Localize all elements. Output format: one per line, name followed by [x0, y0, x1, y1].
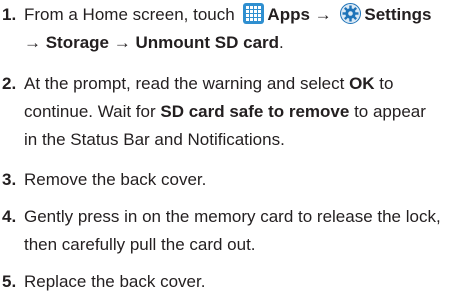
step-text: Remove the back cover. — [24, 170, 207, 189]
step-1: 1. From a Home screen, touch Apps → Sett… — [0, 0, 471, 60]
step-text: Gently press in on the memory card to re… — [24, 207, 441, 226]
step-text-line2: continue. Wait for SD card safe to remov… — [24, 97, 471, 127]
step-text-pre: From a Home screen, touch — [24, 5, 240, 24]
step-text-line2: then carefully pull the card out. — [24, 235, 256, 254]
step-number: 1. — [2, 5, 17, 24]
step-text: At the prompt, read the warning and sele… — [24, 69, 471, 99]
step-5: 5. Replace the back cover. — [0, 267, 471, 297]
step-text-post: to appear — [349, 102, 426, 121]
safe-to-remove-label: SD card safe to remove — [160, 102, 350, 121]
step-text-end: . — [279, 33, 284, 52]
step-4: 4. Gently press in on the memory card to… — [0, 202, 471, 262]
step-2: 2. At the prompt, read the warning and s… — [0, 69, 471, 159]
step-number: 5. — [2, 272, 17, 291]
step-number: 4. — [2, 207, 17, 226]
step-number: 2. — [2, 74, 17, 93]
ok-label: OK — [349, 74, 375, 93]
step-text-pre: continue. Wait for — [24, 102, 161, 121]
apps-label: Apps → — [267, 5, 337, 24]
settings-label: Settings — [364, 5, 432, 24]
step-text-line2: → Storage → Unmount SD card. — [24, 28, 471, 58]
step-text-post: to — [374, 74, 394, 93]
step-text: Replace the back cover. — [24, 272, 206, 291]
step-text: From a Home screen, touch Apps → Setting… — [24, 0, 471, 30]
settings-gear-icon — [340, 3, 362, 24]
step-number: 3. — [2, 170, 17, 189]
apps-grid-icon — [243, 3, 265, 24]
step-3: 3. Remove the back cover. — [0, 165, 471, 195]
storage-path: → Storage → Unmount SD card — [24, 33, 280, 52]
step-text-pre: At the prompt, read the warning and sele… — [24, 74, 350, 93]
step-text-line3: in the Status Bar and Notifications. — [24, 130, 285, 149]
